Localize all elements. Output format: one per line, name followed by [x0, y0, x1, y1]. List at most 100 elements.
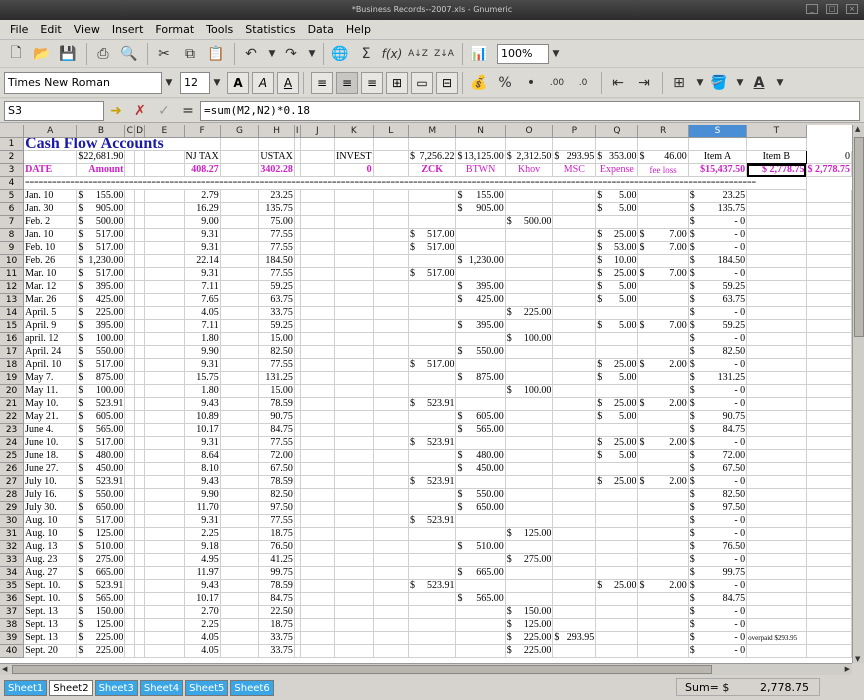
cell[interactable]	[300, 618, 336, 633]
amount-cell[interactable]: $395.00	[76, 319, 126, 334]
amount-cell[interactable]: $450.00	[455, 462, 506, 477]
undo-dropdown-icon[interactable]: ▼	[265, 49, 279, 59]
cell[interactable]	[220, 592, 260, 607]
amount-cell[interactable]: $2.00	[637, 358, 689, 373]
amount-cell[interactable]	[595, 605, 639, 620]
note-cell[interactable]	[746, 371, 807, 386]
date-cell[interactable]: April. 5	[23, 306, 78, 321]
cell[interactable]	[300, 436, 336, 451]
amount-cell[interactable]: $517.00	[408, 241, 457, 256]
amount-cell[interactable]: $225.00	[76, 644, 126, 659]
amount-cell[interactable]	[595, 306, 639, 321]
cell[interactable]	[134, 579, 146, 594]
amount-cell[interactable]	[505, 579, 554, 594]
accept-edit-icon[interactable]: ✓	[158, 103, 170, 119]
invest-cell[interactable]	[334, 592, 374, 607]
cell[interactable]	[144, 163, 185, 178]
cell[interactable]	[373, 644, 409, 659]
note-cell[interactable]	[746, 189, 807, 204]
menu-edit[interactable]: Edit	[34, 23, 67, 36]
amount-cell[interactable]	[455, 241, 506, 256]
amount-cell[interactable]	[505, 189, 554, 204]
cell[interactable]	[220, 462, 260, 477]
us-tax-cell[interactable]: 184.50	[258, 254, 295, 269]
invest-cell[interactable]	[334, 579, 374, 594]
item-a-cell[interactable]: $ - 0	[688, 267, 748, 282]
amount-cell[interactable]	[408, 488, 457, 503]
cell[interactable]	[300, 371, 336, 386]
cell[interactable]	[373, 332, 409, 347]
fill-color-dropdown-icon[interactable]: ▼	[733, 78, 747, 88]
amount-cell[interactable]	[552, 215, 597, 230]
cell[interactable]	[300, 501, 336, 516]
cell[interactable]	[806, 475, 852, 490]
amount-cell[interactable]	[637, 215, 689, 230]
cell[interactable]	[806, 189, 852, 204]
cell[interactable]	[134, 527, 146, 542]
date-cell[interactable]: Aug. 10	[23, 514, 78, 529]
invest-cell[interactable]	[334, 410, 374, 425]
menu-insert[interactable]: Insert	[106, 23, 150, 36]
print-preview-icon[interactable]: 🔍	[117, 42, 141, 66]
date-cell[interactable]: Feb. 2	[23, 215, 78, 230]
amount-cell[interactable]	[505, 540, 554, 555]
amount-cell[interactable]: $5.00	[595, 410, 639, 425]
column-header-t[interactable]: T	[746, 125, 807, 139]
amount-cell[interactable]: $517.00	[76, 241, 126, 256]
cell[interactable]	[144, 345, 185, 360]
invest-cell[interactable]	[334, 501, 374, 516]
amount-cell[interactable]	[637, 566, 689, 581]
item-a-cell[interactable]: $99.75	[688, 566, 748, 581]
amount-cell[interactable]	[455, 514, 506, 529]
cell[interactable]	[124, 423, 136, 438]
us-tax-cell[interactable]: 84.75	[258, 592, 295, 607]
copy-icon[interactable]: ⧉	[178, 42, 202, 66]
amount-cell[interactable]	[408, 254, 457, 269]
cell[interactable]	[806, 358, 852, 373]
amount-cell[interactable]: $25.00	[595, 228, 639, 243]
amount-cell[interactable]: $510.00	[455, 540, 506, 555]
cell[interactable]	[300, 189, 336, 204]
note-cell[interactable]	[746, 228, 807, 243]
amount-cell[interactable]: $395.00	[455, 280, 506, 295]
item-a-cell[interactable]: $67.50	[688, 462, 748, 477]
cell[interactable]	[220, 189, 260, 204]
cell[interactable]	[373, 371, 409, 386]
total-us-tax[interactable]: 3402.28	[258, 163, 295, 178]
cell[interactable]	[124, 397, 136, 412]
amount-cell[interactable]	[408, 319, 457, 334]
amount-cell[interactable]: $150.00	[505, 605, 554, 620]
nj-tax-cell[interactable]: 22.14	[184, 254, 221, 269]
cell[interactable]	[300, 592, 336, 607]
date-cell[interactable]: July 16.	[23, 488, 78, 503]
tab-sheet3[interactable]: Sheet3	[94, 679, 138, 696]
row-header[interactable]: 10	[0, 254, 25, 269]
cell[interactable]	[806, 579, 852, 594]
cell[interactable]	[124, 592, 136, 607]
amount-cell[interactable]	[595, 631, 639, 646]
header-amount[interactable]: Amount	[76, 163, 126, 178]
font-color-dropdown-icon[interactable]: ▼	[773, 78, 787, 88]
row-header[interactable]: 6	[0, 202, 25, 217]
open-file-icon[interactable]: 📂	[30, 42, 54, 66]
amount-cell[interactable]	[455, 605, 506, 620]
amount-cell[interactable]: $523.91	[76, 579, 126, 594]
date-cell[interactable]: Feb. 10	[23, 241, 78, 256]
row-header[interactable]: 35	[0, 579, 25, 594]
row-header[interactable]: 18	[0, 358, 25, 373]
header-khov[interactable]: Khov	[505, 163, 554, 178]
amount-cell[interactable]	[505, 592, 554, 607]
cell[interactable]	[373, 319, 409, 334]
amount-cell[interactable]: $5.00	[595, 202, 639, 217]
us-tax-cell[interactable]: 18.75	[258, 527, 295, 542]
date-cell[interactable]: Sept. 20	[23, 644, 78, 659]
cell[interactable]	[806, 371, 852, 386]
cell[interactable]	[300, 358, 336, 373]
header-msc[interactable]: MSC	[552, 163, 597, 178]
us-tax-cell[interactable]: 41.25	[258, 553, 295, 568]
cell[interactable]	[334, 137, 374, 152]
amount-cell[interactable]	[408, 618, 457, 633]
cell[interactable]	[220, 605, 260, 620]
align-left-icon[interactable]: ≡	[311, 71, 333, 94]
item-a-cell[interactable]: $ - 0	[688, 436, 748, 451]
